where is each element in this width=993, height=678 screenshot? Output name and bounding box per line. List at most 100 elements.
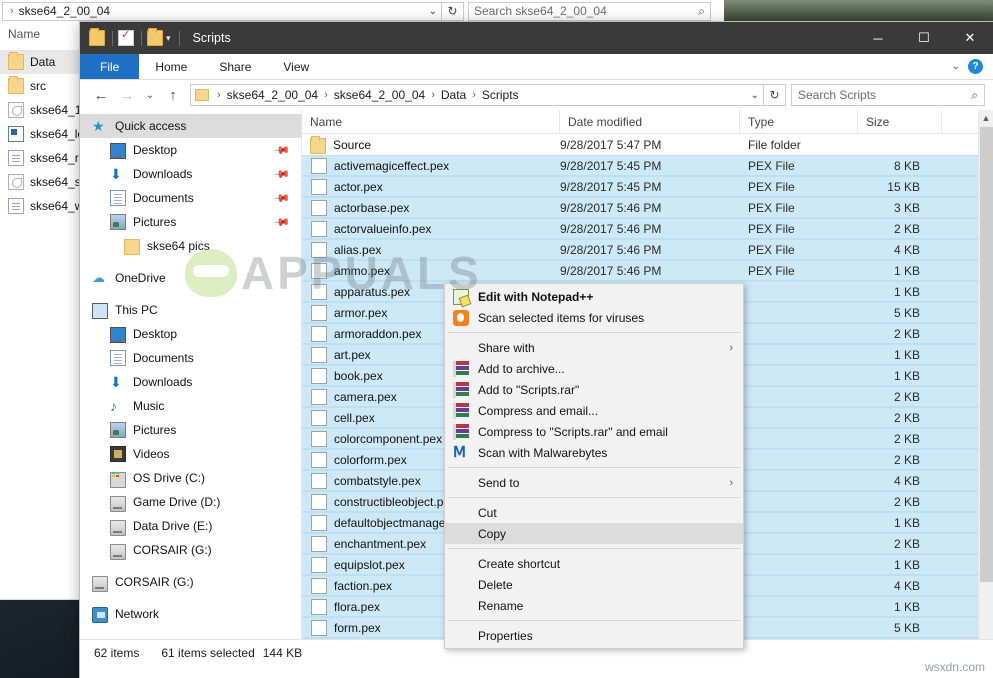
menu-item-copy[interactable]: Copy — [445, 523, 743, 544]
breadcrumb-item-1[interactable]: skse64_2_00_04 — [227, 88, 318, 102]
chevron-down-icon[interactable]: ⌄ — [952, 61, 960, 72]
sidebar-item-corsair-pc[interactable]: CORSAIR (G:) — [80, 538, 301, 562]
sidebar-item-pc-pictures[interactable]: Pictures — [80, 418, 301, 442]
chevron-right-icon[interactable]: › — [425, 89, 441, 101]
sidebar-item-skse64-pics[interactable]: skse64 pics — [80, 234, 301, 258]
column-header-name[interactable]: Name — [302, 110, 560, 134]
pin-icon[interactable]: 📌 — [273, 141, 292, 159]
chevron-right-icon[interactable]: › — [211, 89, 227, 101]
pin-icon[interactable]: 📌 — [273, 189, 292, 207]
list-item[interactable]: skse64_re — [0, 146, 90, 170]
menu-item-compress-and-email[interactable]: Compress and email... — [445, 400, 743, 421]
menu-item-properties[interactable]: Properties — [445, 625, 743, 646]
column-header-type[interactable]: Type — [740, 110, 858, 134]
menu-item-rename[interactable]: Rename — [445, 595, 743, 616]
chevron-right-icon[interactable]: › — [318, 89, 334, 101]
list-item[interactable]: Data — [0, 50, 90, 74]
menu-item-edit-with-notepad-plus-plus[interactable]: Edit with Notepad++ — [445, 286, 743, 307]
background-refresh-button[interactable]: ↻ — [442, 1, 464, 21]
sidebar-item-pictures[interactable]: Pictures 📌 — [80, 210, 301, 234]
file-type: PEX File — [748, 263, 795, 278]
minimize-button[interactable]: ─ — [855, 22, 901, 54]
background-search-box[interactable]: Search skse64_2_00_04 ⌕ — [468, 1, 711, 21]
chevron-down-icon[interactable]: ⌄ — [429, 6, 437, 17]
search-input[interactable]: Search Scripts ⌕ — [791, 84, 985, 106]
sidebar-item-documents[interactable]: Documents 📌 — [80, 186, 301, 210]
vertical-scrollbar[interactable]: ▲ — [978, 110, 993, 639]
window-controls[interactable]: ─ ☐ ✕ — [855, 22, 993, 54]
table-row[interactable]: alias.pex 9/28/2017 5:46 PM PEX File 4 K… — [302, 239, 993, 260]
sidebar-item-network[interactable]: Network — [80, 602, 301, 626]
column-header-size[interactable]: Size — [858, 110, 942, 134]
table-row[interactable]: activemagiceffect.pex 9/28/2017 5:45 PM … — [302, 155, 993, 176]
list-item[interactable]: skse64_lo — [0, 122, 90, 146]
table-row[interactable]: actor.pex 9/28/2017 5:45 PM PEX File 15 … — [302, 176, 993, 197]
back-button[interactable]: ← — [88, 83, 114, 107]
breadcrumb[interactable]: › skse64_2_00_04 › skse64_2_00_04 › Data… — [190, 84, 764, 106]
ribbon-tabs[interactable]: File Home Share View ⌄ ? — [80, 54, 993, 80]
sidebar-item-os-drive[interactable]: OS Drive (C:) — [80, 466, 301, 490]
maximize-button[interactable]: ☐ — [901, 22, 947, 54]
sidebar-item-game-drive[interactable]: Game Drive (D:) — [80, 490, 301, 514]
menu-item-delete[interactable]: Delete — [445, 574, 743, 595]
table-row[interactable]: actorvalueinfo.pex 9/28/2017 5:46 PM PEX… — [302, 218, 993, 239]
table-row[interactable]: ammo.pex 9/28/2017 5:46 PM PEX File 1 KB — [302, 260, 993, 281]
properties-icon[interactable] — [118, 28, 134, 46]
refresh-button[interactable]: ↻ — [764, 84, 786, 106]
tab-home[interactable]: Home — [139, 54, 203, 79]
menu-item-scan-for-viruses[interactable]: Scan selected items for viruses — [445, 307, 743, 328]
background-breadcrumb[interactable]: › skse64_2_00_04 ⌄ — [2, 1, 442, 21]
list-item[interactable]: skse64_st — [0, 170, 90, 194]
new-folder-icon[interactable] — [147, 28, 163, 46]
breadcrumb-item-3[interactable]: Data — [441, 88, 466, 102]
menu-item-add-to-archive[interactable]: Add to archive... — [445, 358, 743, 379]
close-button[interactable]: ✕ — [947, 22, 993, 54]
menu-item-compress-to-scripts-rar-and-email[interactable]: Compress to "Scripts.rar" and email — [445, 421, 743, 442]
list-item[interactable]: src — [0, 74, 90, 98]
tab-view[interactable]: View — [267, 54, 325, 79]
pin-icon[interactable]: 📌 — [273, 213, 292, 231]
tab-share[interactable]: Share — [203, 54, 267, 79]
menu-item-cut[interactable]: Cut — [445, 502, 743, 523]
scrollbar-thumb[interactable] — [980, 127, 993, 582]
sidebar-item-onedrive[interactable]: ☁ OneDrive — [80, 266, 301, 290]
breadcrumb-item-2[interactable]: skse64_2_00_04 — [334, 88, 425, 102]
sidebar-item-pc-downloads[interactable]: ⬇ Downloads — [80, 370, 301, 394]
table-row[interactable]: actorbase.pex 9/28/2017 5:46 PM PEX File… — [302, 197, 993, 218]
pin-icon[interactable]: 📌 — [273, 165, 292, 183]
sidebar-item-corsair[interactable]: CORSAIR (G:) — [80, 570, 301, 594]
sidebar-item-videos[interactable]: Videos — [80, 442, 301, 466]
sidebar-item-quick-access[interactable]: ★ Quick access — [80, 114, 301, 138]
tab-file[interactable]: File — [80, 54, 140, 79]
sidebar-item-data-drive[interactable]: Data Drive (E:) — [80, 514, 301, 538]
title-bar[interactable]: ▾ Scripts ─ ☐ ✕ — [80, 22, 993, 54]
folder-icon[interactable] — [89, 28, 105, 46]
chevron-right-icon[interactable]: › — [466, 89, 482, 101]
forward-button[interactable]: → — [114, 83, 140, 107]
sidebar-item-desktop[interactable]: Desktop 📌 — [80, 138, 301, 162]
help-icon[interactable]: ? — [968, 59, 983, 74]
menu-item-create-shortcut[interactable]: Create shortcut — [445, 553, 743, 574]
list-item[interactable]: skse64_wl — [0, 194, 90, 218]
chevron-down-icon[interactable]: ⌄ — [745, 90, 759, 101]
scroll-up-arrow-icon[interactable]: ▲ — [979, 110, 993, 126]
table-row[interactable]: Source 9/28/2017 5:47 PM File folder — [302, 134, 993, 155]
menu-item-send-to[interactable]: Send to › — [445, 472, 743, 493]
recent-locations-button[interactable]: ⌄ — [140, 83, 160, 107]
menu-item-scan-with-malwarebytes[interactable]: Ⅿ Scan with Malwarebytes — [445, 442, 743, 463]
navigation-pane[interactable]: ★ Quick access Desktop 📌 ⬇ Downloads 📌 D… — [80, 110, 302, 639]
sidebar-item-downloads[interactable]: ⬇ Downloads 📌 — [80, 162, 301, 186]
up-button[interactable]: ↑ — [160, 83, 186, 107]
quick-access-toolbar[interactable]: ▾ — [80, 28, 185, 46]
context-menu[interactable]: Edit with Notepad++ Scan selected items … — [444, 283, 744, 649]
sidebar-item-music[interactable]: ♪ Music — [80, 394, 301, 418]
sidebar-item-this-pc[interactable]: This PC — [80, 298, 301, 322]
list-item[interactable]: skse64_1_ — [0, 98, 90, 122]
column-header-date-modified[interactable]: Date modified — [560, 110, 740, 134]
breadcrumb-item-4[interactable]: Scripts — [482, 88, 519, 102]
menu-item-add-to-scripts-rar[interactable]: Add to "Scripts.rar" — [445, 379, 743, 400]
sidebar-item-pc-documents[interactable]: Documents — [80, 346, 301, 370]
menu-item-share-with[interactable]: Share with › — [445, 337, 743, 358]
sidebar-item-pc-desktop[interactable]: Desktop — [80, 322, 301, 346]
chevron-down-icon[interactable]: ▾ — [166, 33, 171, 44]
